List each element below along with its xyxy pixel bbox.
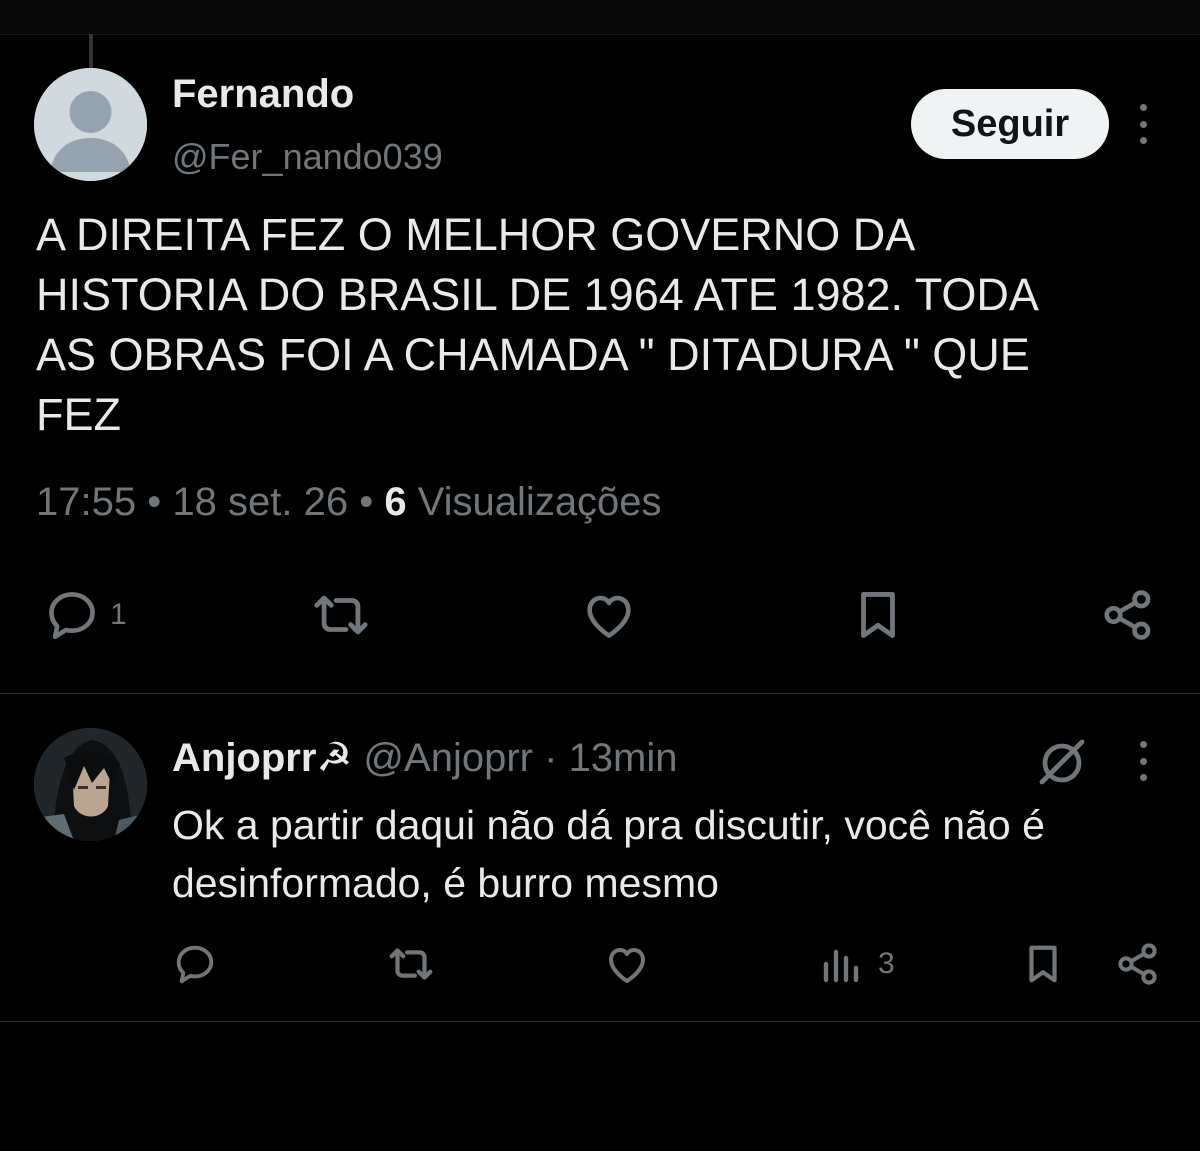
share-icon: [1104, 590, 1151, 640]
like-button[interactable]: [579, 586, 639, 644]
reply-more-options-icon[interactable]: [1126, 741, 1160, 781]
tweet-text-line: A DIREITA FEZ O MELHOR GOVERNO DA: [36, 209, 916, 260]
reply-retweet-button[interactable]: [384, 940, 438, 988]
bookmark-button[interactable]: [848, 586, 908, 644]
retweet-icon: [314, 595, 368, 635]
reply-bookmark-button[interactable]: [1020, 940, 1066, 988]
reply-reply-button[interactable]: [172, 940, 218, 988]
tweet-date[interactable]: 18 set. 26: [172, 480, 348, 524]
retweet-icon: [389, 948, 433, 980]
reply-share-button[interactable]: [1114, 940, 1162, 988]
more-options-icon[interactable]: [1126, 104, 1160, 144]
reply-separator: ·: [544, 736, 558, 780]
share-icon: [1118, 943, 1157, 985]
anime-character-avatar-icon: [34, 728, 147, 841]
reply-text-line: desinformado, é burro mesmo: [172, 860, 719, 906]
author-handle[interactable]: @Fer_nando039: [172, 136, 443, 178]
views-icon: [823, 949, 859, 983]
reply-text: Ok a partir daqui não dá pra discutir, v…: [172, 796, 1172, 912]
divider: [0, 693, 1200, 694]
reply-icon: [176, 945, 214, 984]
top-bar: [0, 0, 1200, 35]
default-avatar-icon: [34, 68, 147, 181]
tweet-text-line: FEZ: [36, 389, 121, 440]
retweet-button[interactable]: [307, 586, 375, 644]
bookmark-icon: [1029, 945, 1057, 983]
tweet-actions: 1: [0, 586, 1200, 646]
like-icon: [587, 595, 631, 638]
views-count: 6: [384, 480, 407, 524]
share-button[interactable]: [1098, 586, 1158, 644]
follow-button[interactable]: Seguir: [911, 89, 1109, 159]
reply-like-button[interactable]: [603, 940, 651, 988]
reply-button[interactable]: 1: [42, 586, 127, 644]
reply-text-line: Ok a partir daqui não dá pra discutir, v…: [172, 802, 1045, 848]
reply-count: 1: [110, 598, 127, 631]
bookmark-icon: [861, 592, 895, 638]
meta-separator: •: [359, 480, 374, 524]
reply-author-avatar[interactable]: [34, 728, 147, 841]
reply-views-button[interactable]: 3: [820, 940, 895, 988]
reply-actions: 3: [0, 940, 1200, 990]
tweet-text-line: HISTORIA DO BRASIL DE 1964 ATE 1982. TOD…: [36, 269, 1039, 320]
reply-icon: [49, 592, 95, 640]
tweet-time[interactable]: 17:55: [36, 480, 136, 524]
tweet-text-line: AS OBRAS FOI A CHAMADA " DITADURA " QUE: [36, 329, 1030, 380]
thread-connector-line: [89, 34, 93, 68]
tweet-text: A DIREITA FEZ O MELHOR GOVERNO DA HISTOR…: [36, 205, 1176, 445]
grok-icon[interactable]: [1036, 738, 1088, 791]
tweet-meta: 17:55 • 18 set. 26 • 6 Visualizações: [36, 480, 662, 525]
reply-author-handle[interactable]: @Anjoprr: [363, 736, 533, 780]
reply-header: Anjoprr☭ @Anjoprr · 13min: [172, 735, 678, 781]
divider: [0, 1021, 1200, 1022]
like-icon: [609, 948, 645, 983]
views-label: Visualizações: [417, 480, 662, 524]
meta-separator: •: [147, 480, 162, 524]
reply-age[interactable]: 13min: [569, 736, 678, 780]
reply-author-name[interactable]: Anjoprr☭: [172, 736, 352, 780]
reply-views-count: 3: [878, 947, 895, 980]
author-name[interactable]: Fernando: [172, 72, 354, 117]
author-avatar[interactable]: [34, 68, 147, 181]
